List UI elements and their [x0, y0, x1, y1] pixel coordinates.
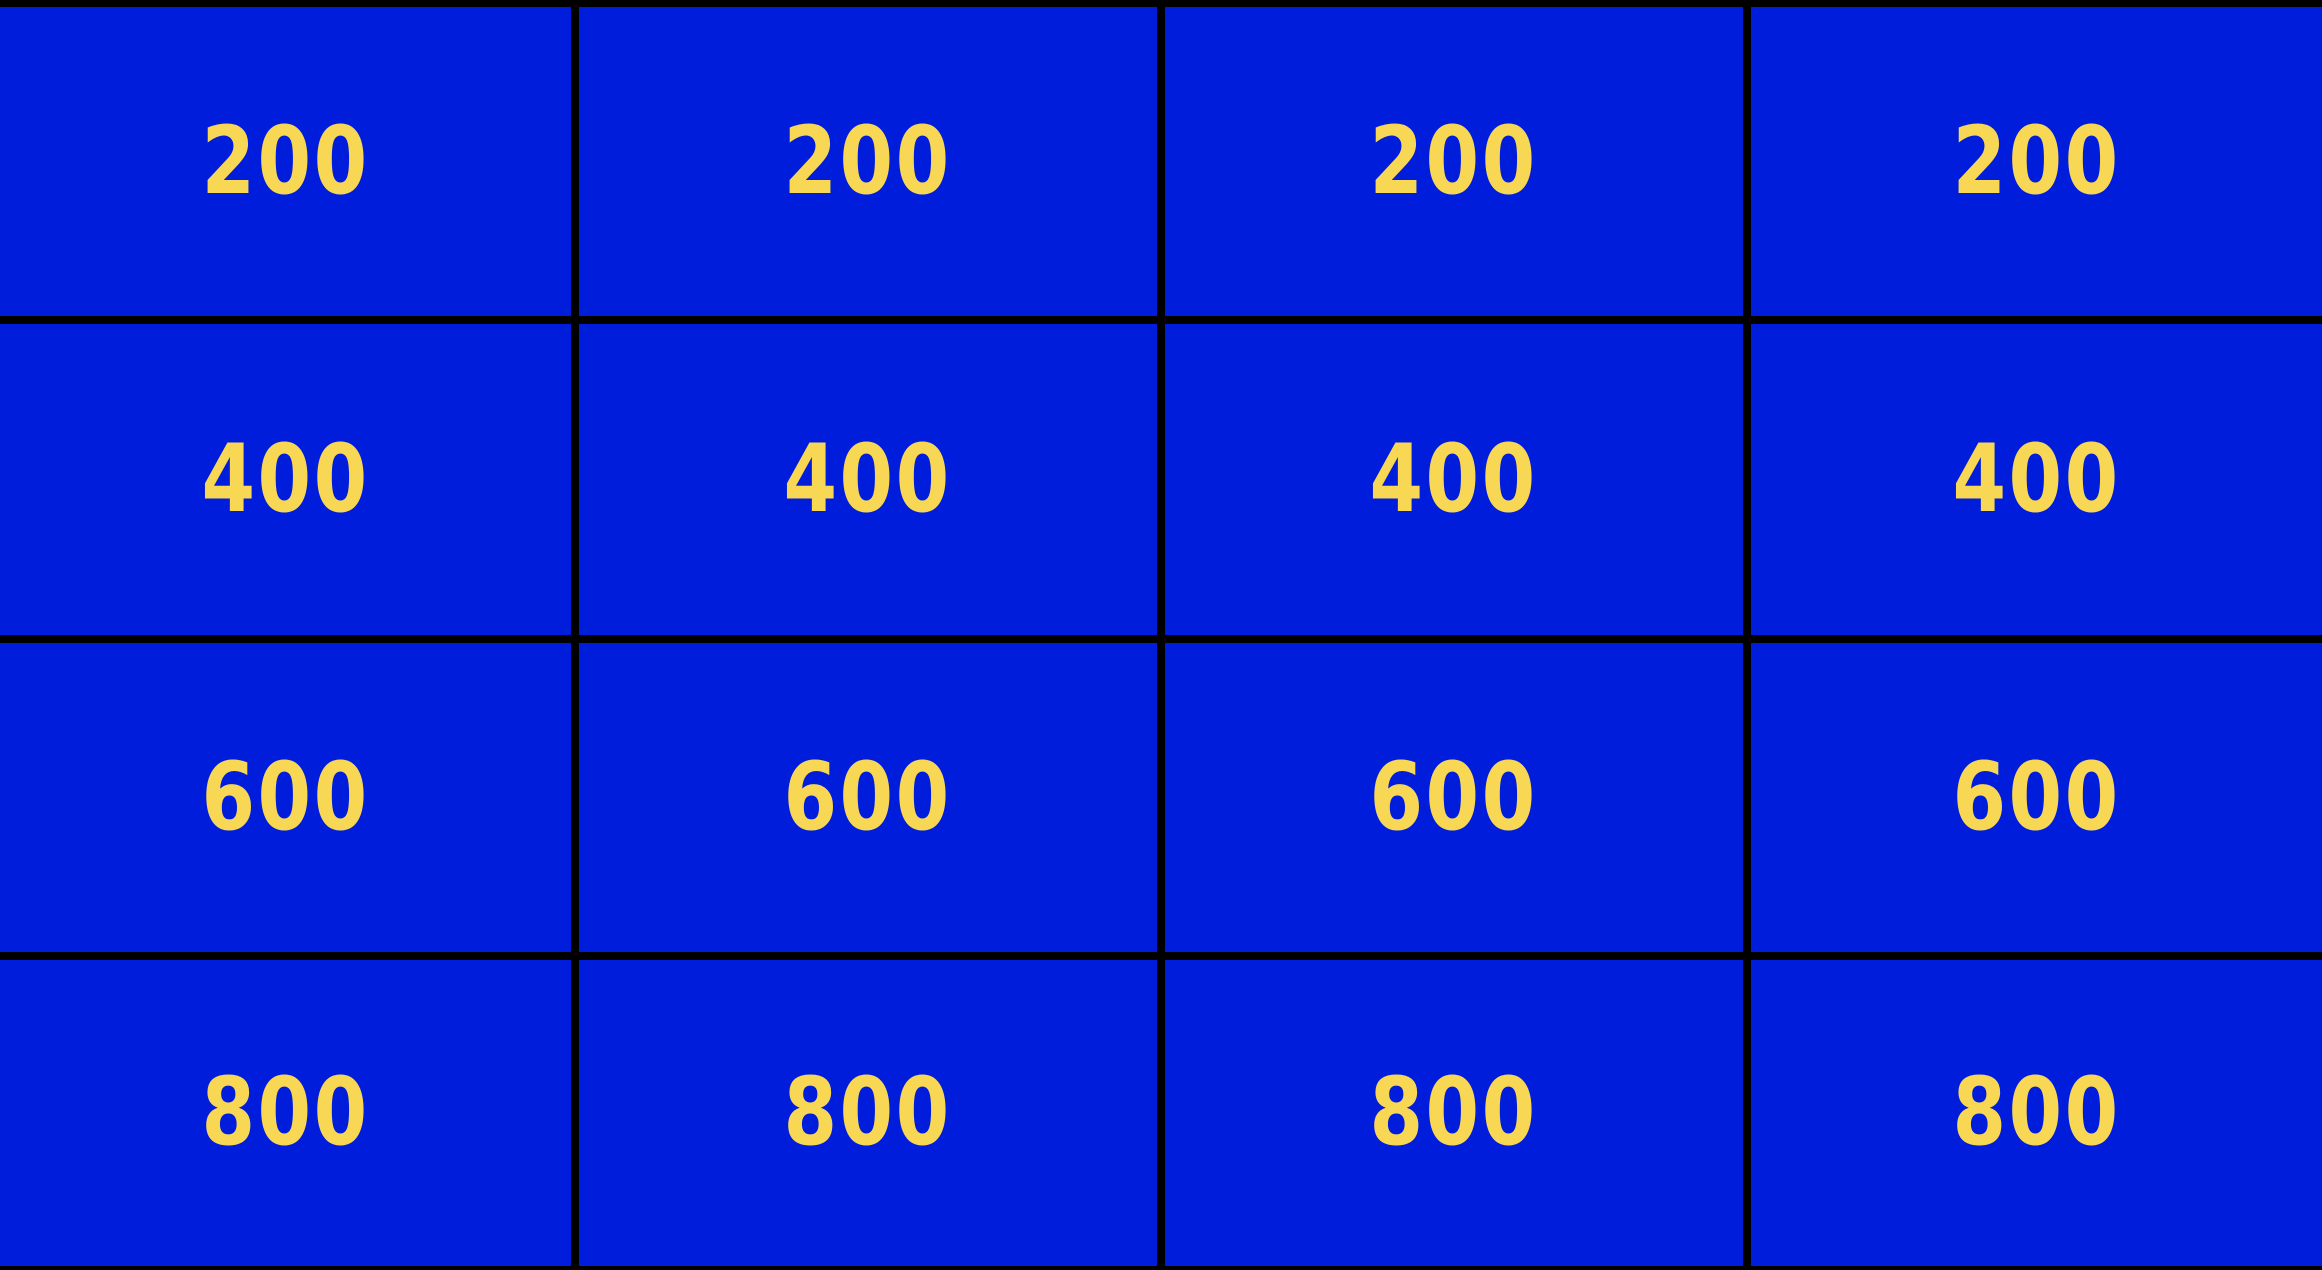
cell-value: 400: [1369, 424, 1539, 534]
board-cell-r2-c3[interactable]: 400: [1165, 324, 1743, 635]
cell-value: 600: [1369, 742, 1539, 852]
cell-value: 600: [1952, 742, 2121, 852]
cell-value: 800: [783, 1058, 953, 1167]
board-cell-r1-c3[interactable]: 200: [1165, 7, 1743, 316]
board-cell-r4-c1[interactable]: 800: [0, 960, 571, 1266]
cell-value: 200: [1952, 106, 2121, 216]
cell-value: 200: [783, 106, 953, 216]
board-cell-r1-c4[interactable]: 200: [1751, 7, 2322, 316]
board-cell-r4-c3[interactable]: 800: [1165, 960, 1743, 1266]
board-cell-r3-c2[interactable]: 600: [579, 643, 1157, 952]
cell-value: 400: [783, 424, 953, 534]
cell-value: 600: [783, 742, 953, 852]
cell-value: 800: [1369, 1058, 1539, 1167]
cell-value: 200: [1369, 106, 1539, 216]
board-cell-r1-c1[interactable]: 200: [0, 7, 571, 316]
board-cell-r2-c4[interactable]: 400: [1751, 324, 2322, 635]
cell-value: 200: [201, 106, 370, 216]
cell-value: 800: [1952, 1058, 2121, 1167]
board-cell-r1-c2[interactable]: 200: [579, 7, 1157, 316]
board-cell-r3-c4[interactable]: 600: [1751, 643, 2322, 952]
cell-value: 400: [201, 424, 370, 534]
cell-value: 600: [201, 742, 370, 852]
board-cell-r3-c1[interactable]: 600: [0, 643, 571, 952]
board-cell-r2-c2[interactable]: 400: [579, 324, 1157, 635]
board-cell-r2-c1[interactable]: 400: [0, 324, 571, 635]
board-cell-r4-c4[interactable]: 800: [1751, 960, 2322, 1266]
cell-value: 400: [1952, 424, 2121, 534]
board-cell-r4-c2[interactable]: 800: [579, 960, 1157, 1266]
jeopardy-board: 200 200 200 200 400 400 400 400 600 600 …: [0, 0, 2322, 1270]
cell-value: 800: [201, 1058, 370, 1167]
board-cell-r3-c3[interactable]: 600: [1165, 643, 1743, 952]
